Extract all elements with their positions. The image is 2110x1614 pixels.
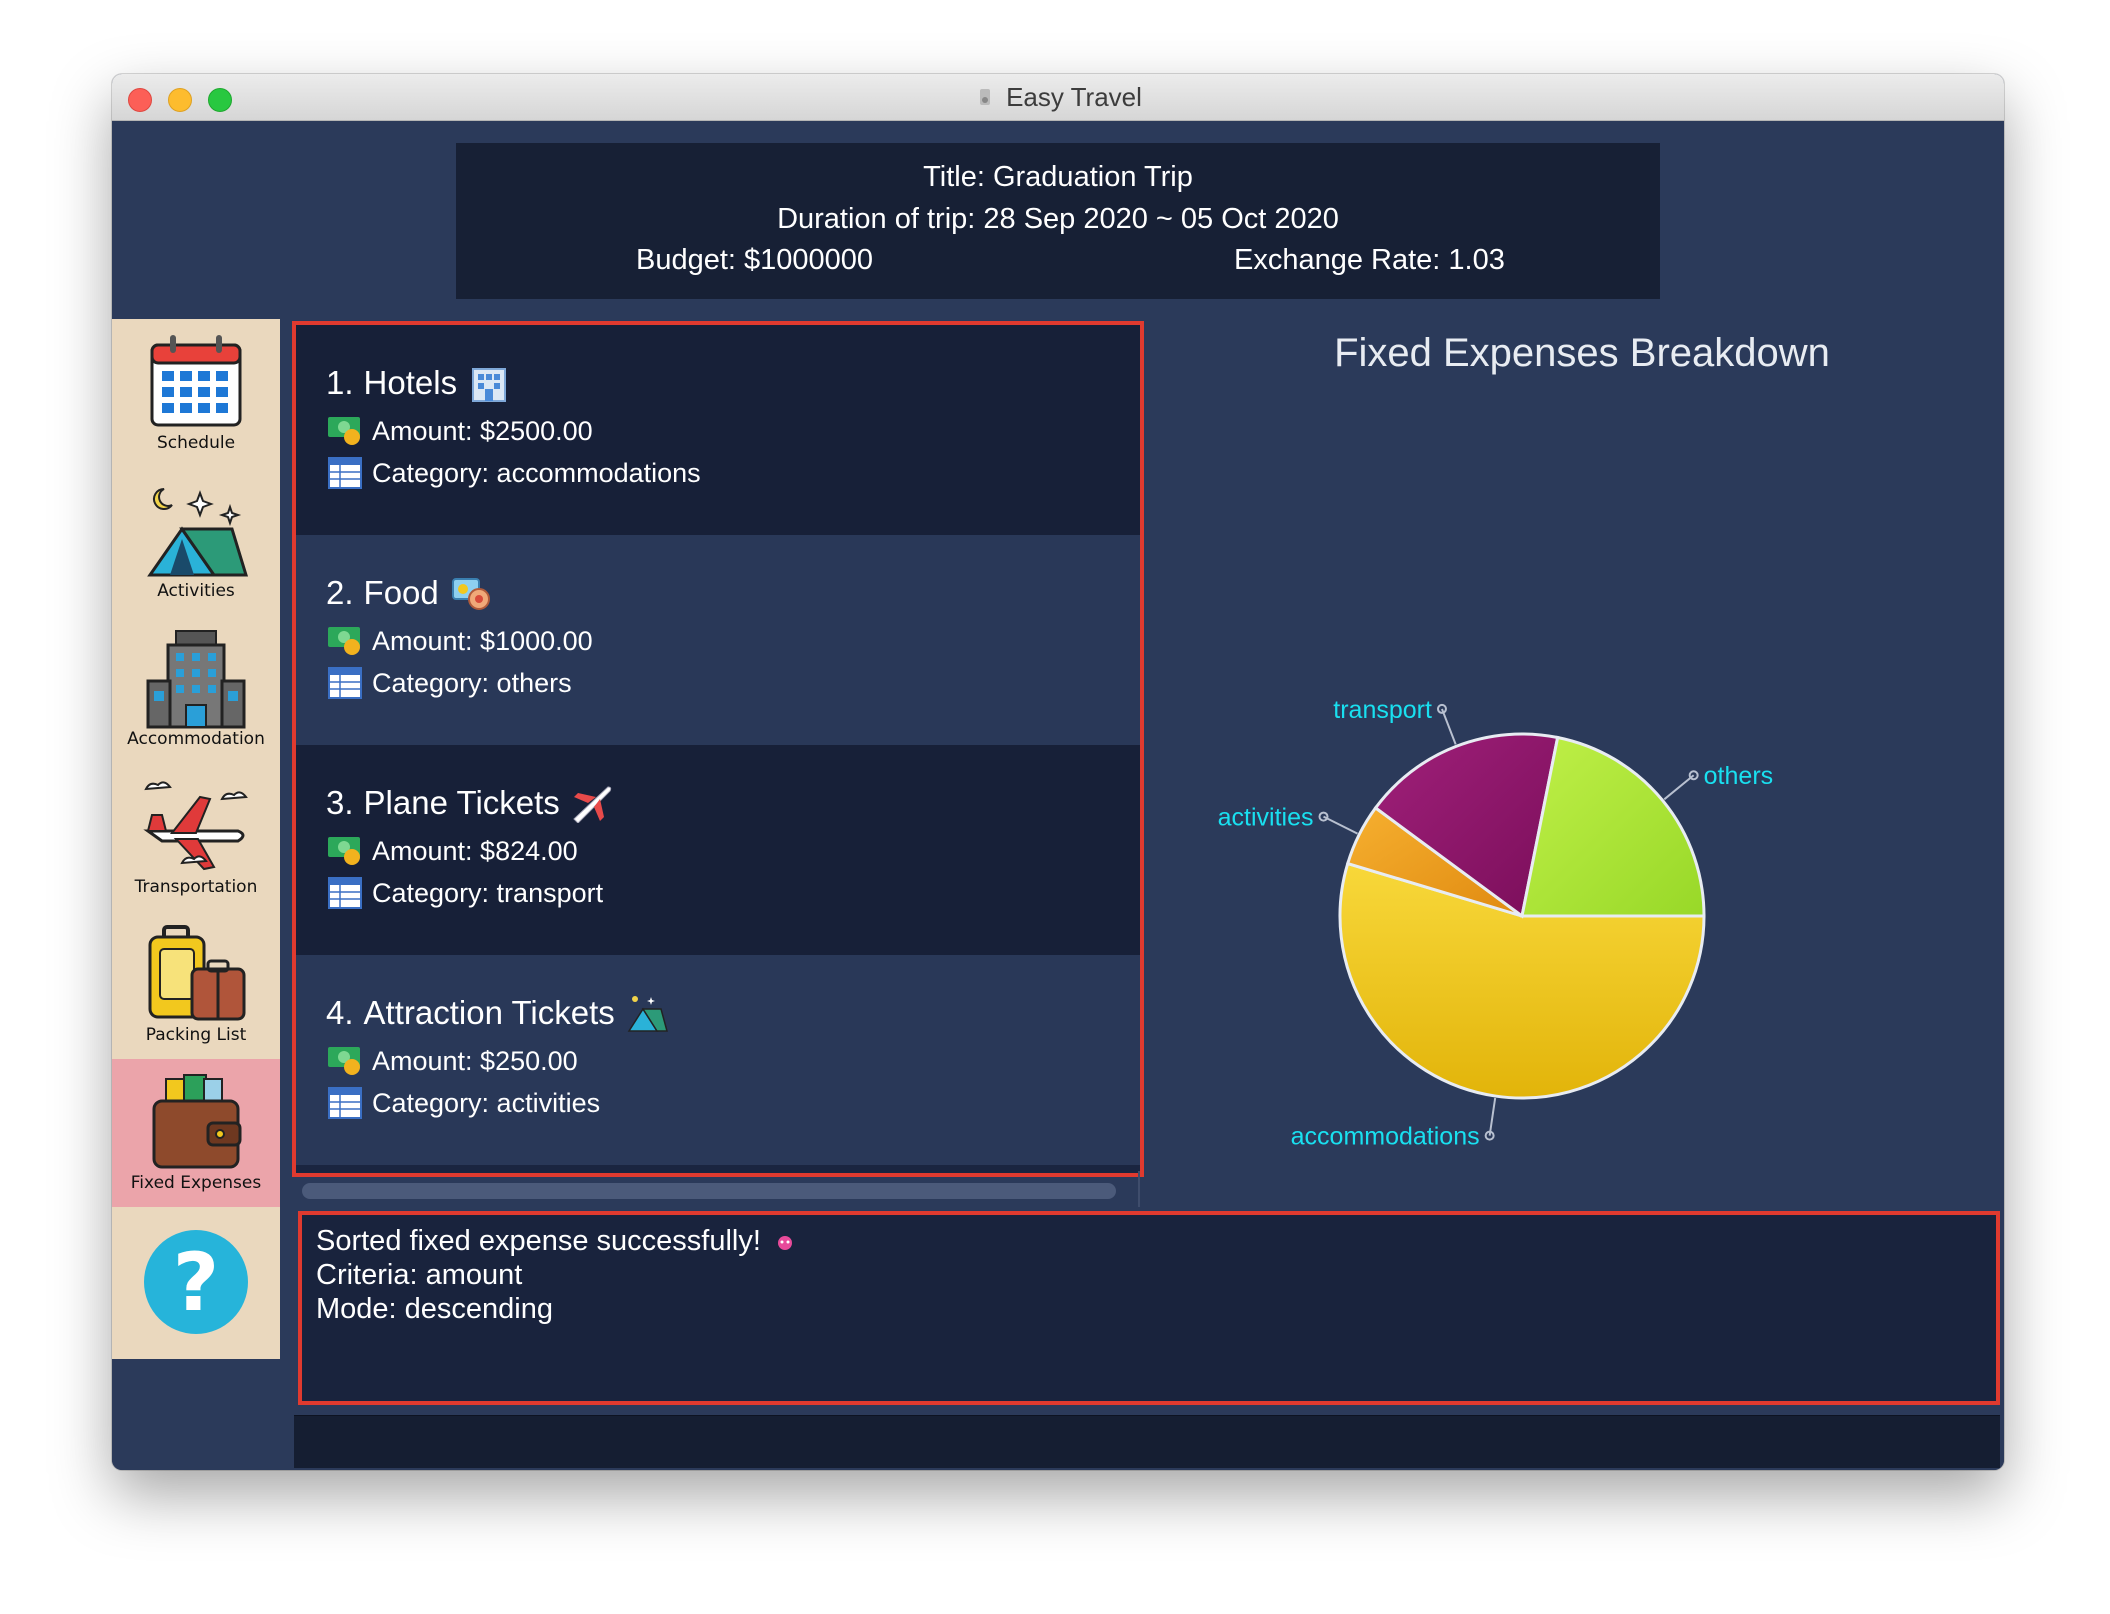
pie-label-leader xyxy=(1663,774,1695,801)
pie-label-accommodations: accommodations xyxy=(1291,1123,1480,1151)
category-table-icon xyxy=(328,457,362,489)
list-item[interactable]: 4. Attraction Tickets Amount: $250.00 Ca… xyxy=(296,955,1140,1165)
list-item[interactable]: 2. Food Amount: $1000.00 Category: other… xyxy=(296,535,1140,745)
expense-index: 1. xyxy=(326,364,354,401)
pie-label-dot xyxy=(1688,770,1699,781)
pie-chart: accommodations activities transport others xyxy=(1218,696,1774,1151)
pie-label-leader xyxy=(1441,708,1457,745)
expense-index: 4. xyxy=(326,994,354,1031)
sidebar-item-label: Activities xyxy=(157,581,235,601)
expense-category: Category: transport xyxy=(372,877,604,908)
pie-label-leader xyxy=(1323,815,1358,835)
trip-budget: Budget: $1000000 xyxy=(636,244,874,276)
money-icon xyxy=(328,1047,360,1075)
sidebar-item-fixed-expenses[interactable]: Fixed Expenses xyxy=(112,1059,280,1207)
airplane-icon xyxy=(573,786,611,823)
sidebar-item-label: Fixed Expenses xyxy=(130,1173,262,1193)
category-table-icon xyxy=(328,1087,362,1119)
pie-label-transport: transport xyxy=(1333,696,1432,724)
sidebar-item-label: Transportation xyxy=(134,877,258,897)
list-item[interactable]: 1. Hotels Amount: $2500.00 Category: acc… xyxy=(296,325,1140,535)
tent-icon xyxy=(627,996,668,1032)
window-title: Easy Travel xyxy=(1006,81,1142,112)
sidebar: Schedule Activities Accommodation Transp… xyxy=(112,319,280,1359)
panel-divider xyxy=(1138,1171,1140,1207)
fixed-expense-list: 1. Hotels Amount: $2500.00 Category: acc… xyxy=(292,321,1144,1177)
main-content: Title: Graduation Trip Duration of trip:… xyxy=(112,121,2004,1470)
expense-name: Food xyxy=(363,574,439,611)
app-window: Easy Travel Title: Graduation Trip Durat… xyxy=(112,74,2004,1470)
exchange-rate: Exchange Rate: 1.03 xyxy=(1234,244,1505,276)
sidebar-item-schedule[interactable]: Schedule xyxy=(112,319,280,467)
help-button[interactable]: ? xyxy=(144,1230,248,1334)
luggage-icon xyxy=(148,925,246,1021)
expense-amount: Amount: $250.00 xyxy=(372,1045,578,1076)
sidebar-item-label: Schedule xyxy=(156,433,236,453)
wallet-icon xyxy=(152,1074,242,1169)
trip-title: Title: Graduation Trip xyxy=(923,161,1193,193)
pie-label-leader xyxy=(1488,1097,1497,1136)
tent-icon xyxy=(147,488,249,577)
airplane-icon xyxy=(143,781,248,871)
sidebar-item-activities[interactable]: Activities xyxy=(112,467,280,615)
expense-name: Hotels xyxy=(363,364,458,401)
hotel-icon xyxy=(472,368,507,402)
result-message: Sorted fixed expense successfully! xyxy=(316,1225,761,1257)
hotel-building-icon xyxy=(146,630,246,729)
sidebar-item-packing-list[interactable]: Packing List xyxy=(112,911,280,1059)
money-icon xyxy=(328,417,360,445)
calendar-icon xyxy=(150,335,242,427)
chart-title: Fixed Expenses Breakdown xyxy=(1334,331,1830,375)
maximize-window-button[interactable] xyxy=(208,88,232,112)
expense-amount: Amount: $1000.00 xyxy=(372,625,593,656)
money-icon xyxy=(328,627,360,655)
result-message-line: Sorted fixed expense successfully! xyxy=(316,1225,795,1258)
command-input[interactable] xyxy=(294,1415,2000,1468)
result-criteria: Criteria: amount xyxy=(316,1259,523,1291)
close-window-button[interactable] xyxy=(128,88,152,112)
pie-label-activities: activities xyxy=(1218,804,1314,832)
app-icon xyxy=(980,89,991,105)
food-icon xyxy=(451,578,490,610)
sidebar-item-accommodation[interactable]: Accommodation xyxy=(112,615,280,763)
trip-header: Title: Graduation Trip Duration of trip:… xyxy=(456,143,1660,299)
sidebar-item-label: Packing List xyxy=(145,1025,247,1045)
sidebar-item-label: Accommodation xyxy=(127,729,265,749)
expense-amount: Amount: $2500.00 xyxy=(372,415,593,446)
expense-amount: Amount: $824.00 xyxy=(372,835,578,866)
horizontal-scrollbar[interactable] xyxy=(302,1183,1116,1199)
expense-index: 3. xyxy=(326,784,354,821)
money-icon xyxy=(328,837,360,865)
result-mode: Mode: descending xyxy=(316,1293,553,1325)
expense-category: Category: activities xyxy=(372,1087,601,1118)
expense-name: Plane Tickets xyxy=(363,784,560,821)
sidebar-item-transportation[interactable]: Transportation xyxy=(112,763,280,911)
pie-label-others: others xyxy=(1704,762,1773,790)
category-table-icon xyxy=(328,877,362,909)
list-item[interactable]: 3. Plane Tickets Amount: $824.00 Categor… xyxy=(296,745,1140,955)
expense-name: Attraction Tickets xyxy=(363,994,615,1031)
category-table-icon xyxy=(328,667,362,699)
expense-index: 2. xyxy=(326,574,354,611)
expense-category: Category: others xyxy=(372,667,572,698)
trip-duration: Duration of trip: 28 Sep 2020 ~ 05 Oct 2… xyxy=(777,203,1339,235)
expense-category: Category: accommodations xyxy=(372,457,701,488)
face-emoji-icon xyxy=(777,1236,792,1251)
minimize-window-button[interactable] xyxy=(168,88,192,112)
title-bar: Easy Travel xyxy=(112,74,2004,121)
result-display: Sorted fixed expense successfully! Crite… xyxy=(298,1211,2000,1405)
